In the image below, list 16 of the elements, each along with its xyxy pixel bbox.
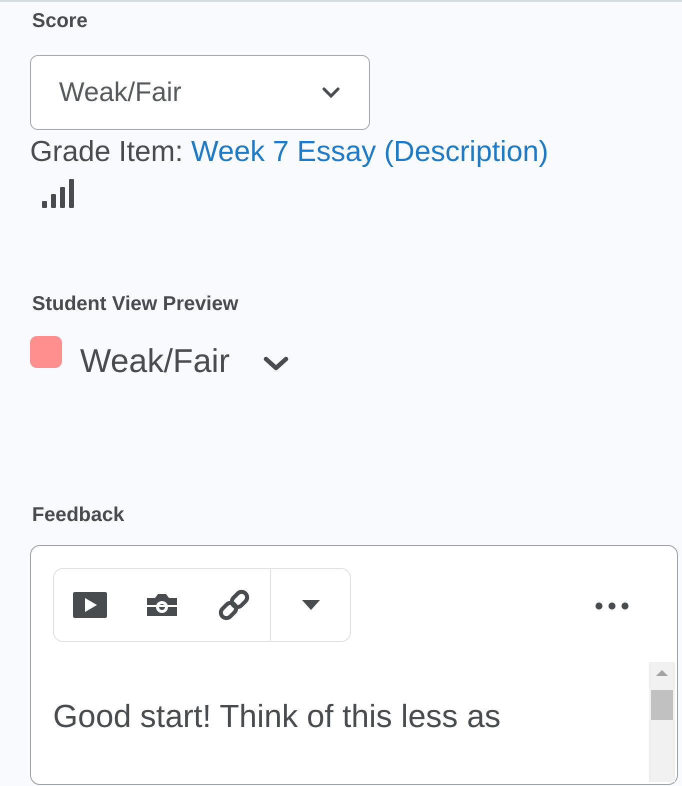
caret-down-icon[interactable] xyxy=(300,599,320,611)
link-icon[interactable] xyxy=(217,588,251,622)
more-options-icon[interactable] xyxy=(595,602,629,610)
camera-icon[interactable] xyxy=(145,592,179,618)
chevron-down-icon xyxy=(321,86,341,98)
feedback-editor[interactable]: Good start! Think of this less as xyxy=(30,545,678,785)
score-label: Score xyxy=(32,10,89,33)
level-name: Weak/Fair xyxy=(80,342,230,380)
feedback-text: Good start! Think of this less as xyxy=(53,698,502,735)
student-view-preview-label: Student View Preview xyxy=(32,293,240,316)
grade-item-link[interactable]: Week 7 Essay (Description) xyxy=(191,136,548,169)
feedback-label: Feedback xyxy=(32,504,126,527)
score-dropdown[interactable]: Weak/Fair xyxy=(30,55,370,130)
video-icon[interactable] xyxy=(73,592,107,618)
signal-bars-icon xyxy=(42,179,76,209)
grade-item-label: Grade Item: xyxy=(30,136,184,169)
